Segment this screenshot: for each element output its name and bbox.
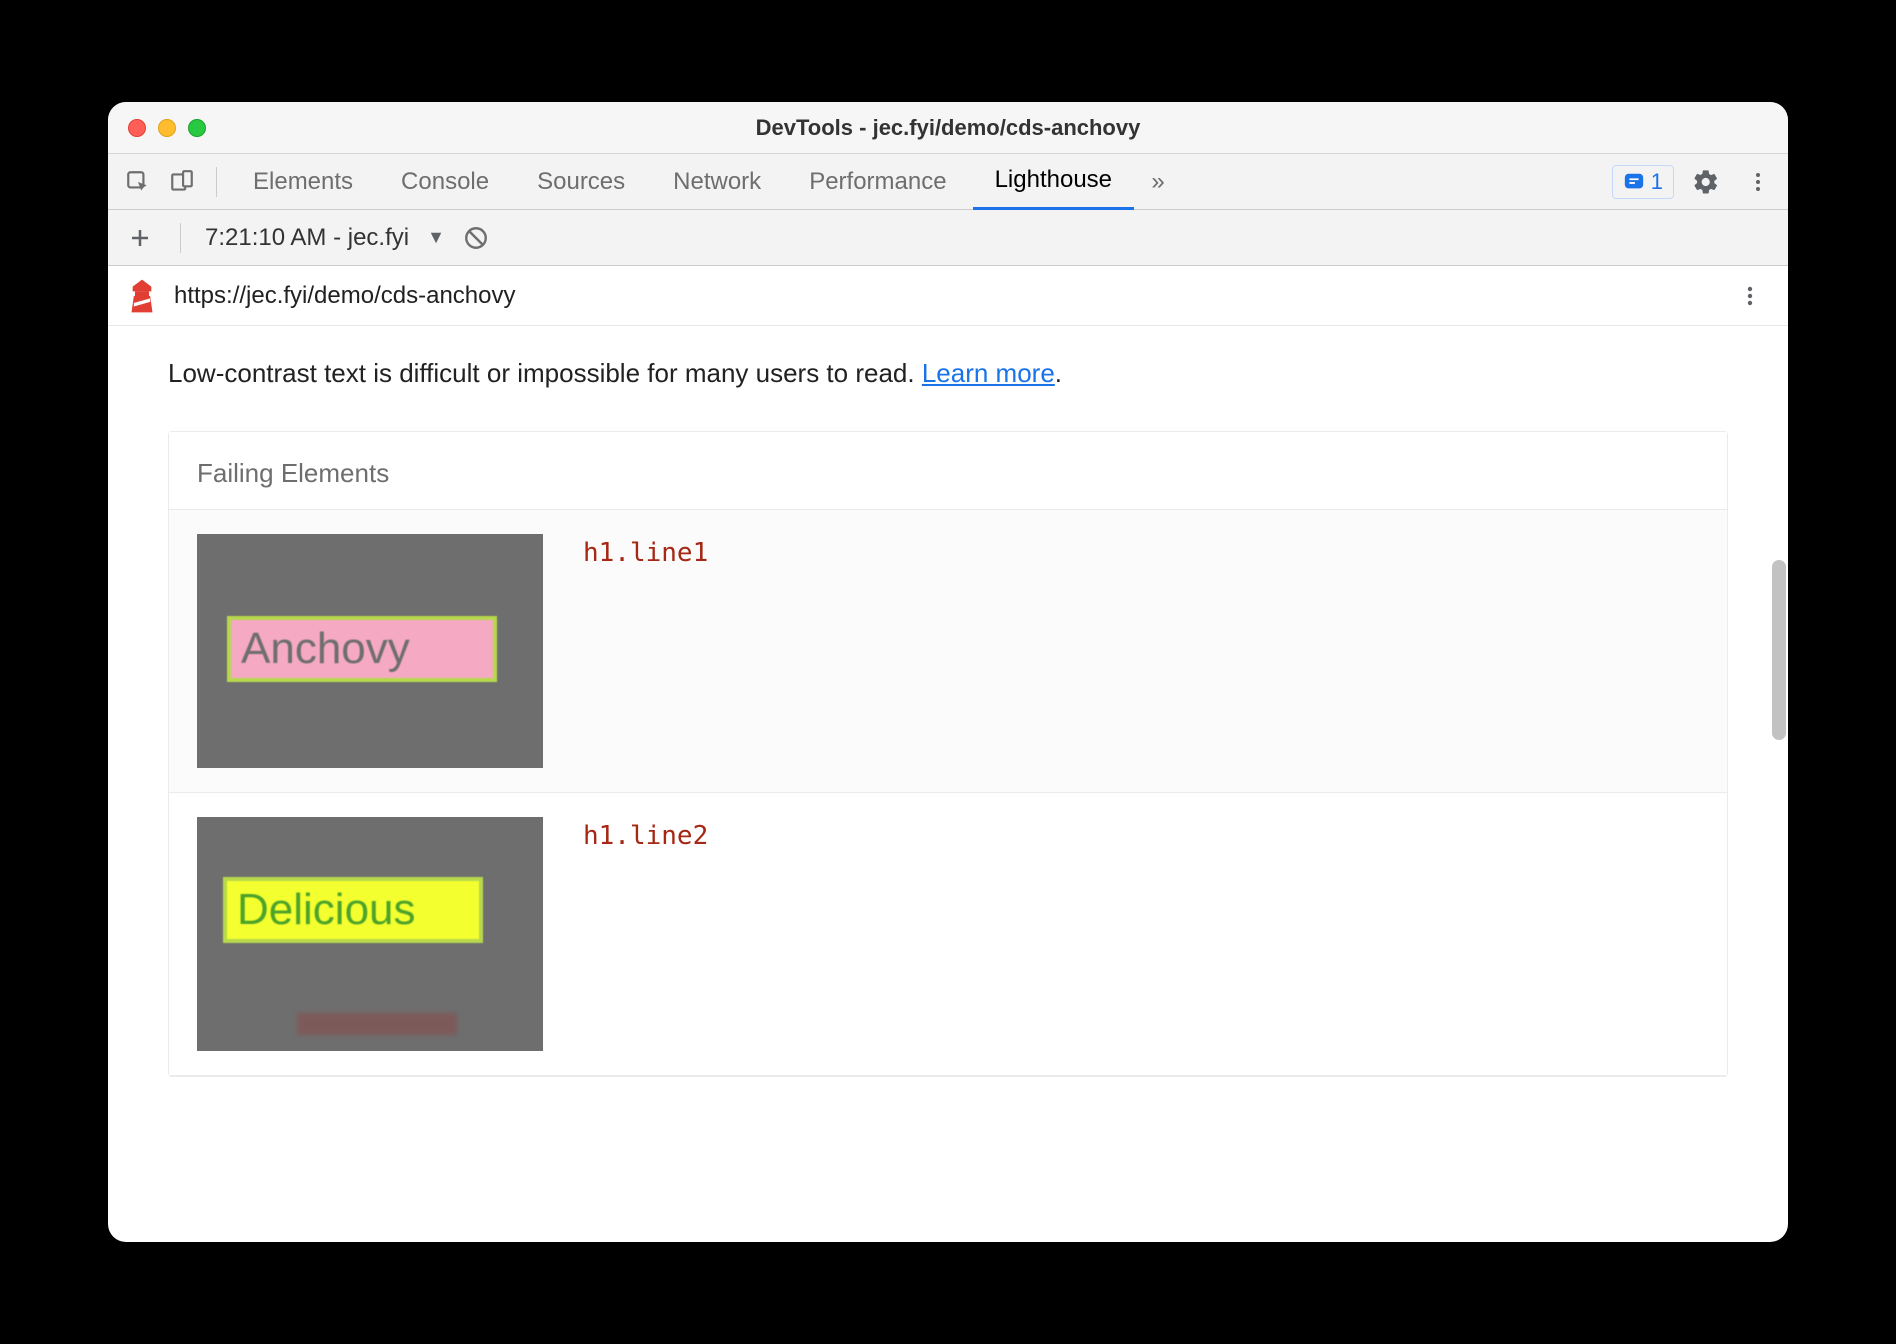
kebab-menu-icon[interactable] (1738, 162, 1778, 202)
devtools-tabstrip: Elements Console Sources Network Perform… (108, 154, 1788, 210)
tab-lighthouse[interactable]: Lighthouse (973, 154, 1134, 210)
tab-elements[interactable]: Elements (231, 154, 375, 210)
tab-console[interactable]: Console (379, 154, 511, 210)
settings-icon[interactable] (1686, 162, 1726, 202)
tab-sources[interactable]: Sources (515, 154, 647, 210)
device-toolbar-icon[interactable] (162, 162, 202, 202)
lighthouse-logo-icon (128, 279, 156, 313)
failing-element-row[interactable]: Anchovy h1.line1 (169, 510, 1727, 793)
inspect-element-icon[interactable] (118, 162, 158, 202)
highlight-box: Delicious (223, 877, 483, 943)
issues-badge[interactable]: 1 (1612, 165, 1674, 199)
divider (180, 223, 181, 253)
maximize-icon[interactable] (188, 119, 206, 137)
element-screenshot: Delicious (197, 817, 543, 1051)
window-title: DevTools - jec.fyi/demo/cds-anchovy (108, 115, 1788, 141)
tab-performance[interactable]: Performance (787, 154, 968, 210)
panel-title: Failing Elements (169, 432, 1727, 510)
element-screenshot: Anchovy (197, 534, 543, 768)
titlebar: DevTools - jec.fyi/demo/cds-anchovy (108, 102, 1788, 154)
divider (216, 167, 217, 197)
audit-description: Low-contrast text is difficult or imposs… (168, 358, 1728, 389)
learn-more-link[interactable]: Learn more (922, 358, 1055, 388)
background-element (297, 1013, 457, 1035)
element-selector: h1.line1 (583, 534, 708, 768)
report-content: Low-contrast text is difficult or imposs… (108, 326, 1788, 1242)
dropdown-caret-icon: ▼ (427, 227, 445, 248)
scrollbar-thumb[interactable] (1772, 560, 1786, 740)
failing-elements-panel: Failing Elements Anchovy h1.line1 Delici… (168, 431, 1728, 1077)
element-selector: h1.line2 (583, 817, 708, 1051)
tab-network[interactable]: Network (651, 154, 783, 210)
highlight-box: Anchovy (227, 616, 497, 682)
report-menu-icon[interactable] (1732, 278, 1768, 314)
close-icon[interactable] (128, 119, 146, 137)
issues-count: 1 (1651, 169, 1663, 195)
minimize-icon[interactable] (158, 119, 176, 137)
clear-icon[interactable] (463, 225, 489, 251)
report-url-bar: https://jec.fyi/demo/cds-anchovy (108, 266, 1788, 326)
report-select-label: 7:21:10 AM - jec.fyi (205, 224, 409, 252)
traffic-lights (108, 119, 206, 137)
lighthouse-toolbar: 7:21:10 AM - jec.fyi ▼ (108, 210, 1788, 266)
report-url: https://jec.fyi/demo/cds-anchovy (174, 282, 515, 310)
new-report-icon[interactable] (124, 222, 156, 254)
devtools-window: DevTools - jec.fyi/demo/cds-anchovy Elem… (108, 102, 1788, 1242)
more-tabs-icon[interactable]: » (1138, 162, 1178, 202)
report-select[interactable]: 7:21:10 AM - jec.fyi ▼ (205, 224, 445, 252)
failing-element-row[interactable]: Delicious h1.line2 (169, 793, 1727, 1076)
